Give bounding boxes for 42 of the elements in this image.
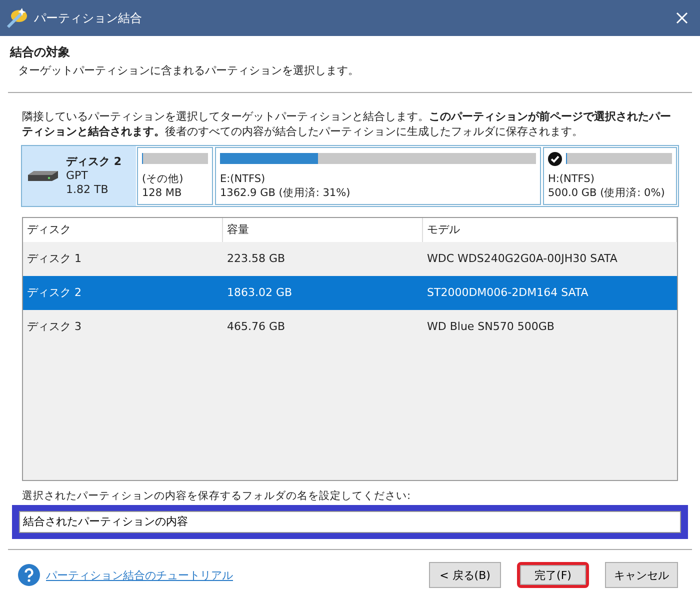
- disk-size: 1.82 TB: [66, 182, 110, 197]
- table-cell-text: 1863.02 GB: [226, 286, 294, 300]
- dialog-button[interactable]: 完了(F): [517, 562, 589, 588]
- table-cell-text: ディスク 1: [26, 251, 82, 266]
- partition-card[interactable]: E:(NTFS) 1362.9 GB (使用済: 31%): [215, 146, 541, 205]
- help-icon[interactable]: [18, 564, 40, 586]
- table-cell-text: 223.58 GB: [226, 252, 286, 266]
- partition-label: H:(NTFS): [548, 172, 596, 186]
- field-label: 選択されたパーティションの内容を保存するフォルダの名を設定してください:: [22, 488, 412, 503]
- close-icon[interactable]: [676, 12, 688, 24]
- wand-icon: [6, 7, 28, 29]
- partition-size: 1362.9 GB (使用済: 31%): [220, 186, 352, 200]
- tutorial-link[interactable]: パーティション結合のチュートリアル: [46, 568, 233, 583]
- disk-style: GPT: [66, 168, 89, 183]
- table-cell-text: ディスク 2: [26, 285, 82, 300]
- table-row[interactable]: ディスク 2 1863.02 GB ST2000DM006-2DM164 SATA: [23, 276, 677, 310]
- partition-label: E:(NTFS): [220, 172, 266, 186]
- disk-card[interactable]: ディスク 2 GPT 1.82 TB: [22, 146, 136, 206]
- partition-label: (その他): [142, 172, 184, 186]
- description-text: 隣接しているパーティションを選択してターゲットパーティションと結合します。このパーティションが前ページで選択されたパーティションと結合されます。後者のすべての内容が結合したパーティションに生成したフォルダに保存されます。: [22, 108, 672, 139]
- partition-size: 128 MB: [142, 186, 183, 200]
- disk-name: ディスク 2: [66, 154, 122, 169]
- partition-card[interactable]: H:(NTFS) 500.0 GB (使用済: 0%): [543, 146, 677, 205]
- table-row[interactable]: ディスク 1 223.58 GB WDC WDS240G2G0A-00JH30 SATA: [23, 242, 677, 276]
- folder-name-field[interactable]: 結合されたパーティションの内容: [19, 510, 681, 533]
- table-cell-text: ST2000DM006-2DM164 SATA: [426, 286, 590, 300]
- partition-card[interactable]: (その他) 128 MB: [137, 146, 213, 205]
- partition-size: 500.0 GB (使用済: 0%): [548, 186, 666, 200]
- window-title: パーティション結合: [34, 10, 143, 26]
- table-cell-text: 465.76 GB: [226, 320, 286, 334]
- table-cell-text: ディスク 3: [26, 319, 82, 334]
- column-header[interactable]: ディスク: [23, 218, 223, 242]
- section-title: 結合の対象: [10, 44, 71, 61]
- column-header[interactable]: 容量: [223, 218, 423, 242]
- table-cell-text: WD Blue SN570 500GB: [426, 320, 556, 334]
- dialog-button[interactable]: < 戻る(B): [429, 562, 501, 588]
- table-cell-text: WDC WDS240G2G0A-00JH30 SATA: [426, 252, 618, 266]
- drive-icon: [28, 170, 58, 182]
- column-header[interactable]: モデル: [423, 218, 677, 242]
- table-row[interactable]: ディスク 3 465.76 GB WD Blue SN570 500GB: [23, 310, 677, 344]
- section-subtitle: ターゲットパーティションに含まれるパーティションを選択します。: [17, 63, 360, 78]
- dialog-button[interactable]: キャンセル: [605, 562, 678, 588]
